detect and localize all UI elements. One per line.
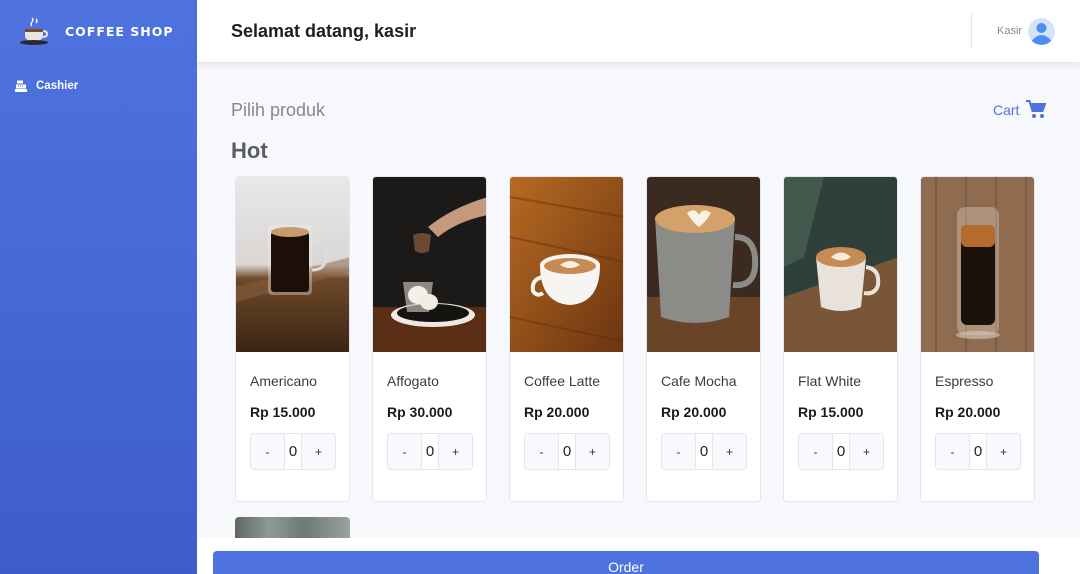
- topbar: Selamat datang, kasir Kasir: [197, 0, 1080, 62]
- quantity-stepper: - 0 +: [250, 433, 336, 470]
- product-card: Affogato Rp 30.000 - 0 +: [372, 176, 487, 502]
- coffee-latte-image: [510, 177, 623, 352]
- cart-button[interactable]: Cart: [993, 100, 1047, 119]
- product-name: Coffee Latte: [524, 373, 601, 389]
- cart-label: Cart: [993, 101, 1020, 118]
- decrement-button[interactable]: -: [388, 434, 421, 469]
- product-price: Rp 15.000: [798, 404, 864, 420]
- product-price: Rp 20.000: [661, 404, 727, 420]
- flat-white-image: [784, 177, 897, 352]
- sidebar-item-cashier[interactable]: Cashier: [15, 80, 78, 92]
- product-card: Americano Rp 15.000 - 0 +: [235, 176, 350, 502]
- user-avatar-icon[interactable]: [1028, 18, 1055, 45]
- brand[interactable]: COFFEE SHOP: [18, 16, 174, 46]
- americano-image: [236, 177, 349, 352]
- quantity-stepper: - 0 +: [935, 433, 1021, 470]
- quantity-stepper: - 0 +: [798, 433, 884, 470]
- order-button[interactable]: Order: [213, 551, 1039, 574]
- product-name: Flat White: [798, 373, 862, 389]
- decrement-button[interactable]: -: [662, 434, 695, 469]
- decrement-button[interactable]: -: [251, 434, 284, 469]
- decrement-button[interactable]: -: [936, 434, 969, 469]
- welcome-message: Selamat datang, kasir: [231, 21, 417, 41]
- product-card: Flat White Rp 15.000 - 0 +: [783, 176, 898, 502]
- increment-button[interactable]: +: [987, 434, 1020, 469]
- product-name: Americano: [250, 373, 317, 389]
- quantity-value[interactable]: 0: [969, 434, 987, 469]
- product-price: Rp 30.000: [387, 404, 453, 420]
- product-name: Affogato: [387, 373, 439, 389]
- increment-button[interactable]: +: [713, 434, 746, 469]
- quantity-value[interactable]: 0: [832, 434, 850, 469]
- affogato-image: [373, 177, 486, 352]
- page-title: Pilih produk: [231, 100, 326, 120]
- quantity-stepper: - 0 +: [661, 433, 747, 470]
- topbar-divider: [971, 13, 972, 48]
- product-name: Espresso: [935, 373, 994, 389]
- quantity-value[interactable]: 0: [695, 434, 713, 469]
- product-card: Cafe Mocha Rp 20.000 - 0 +: [646, 176, 761, 502]
- increment-button[interactable]: +: [302, 434, 335, 469]
- coffee-cup-icon: [20, 17, 49, 45]
- decrement-button[interactable]: -: [525, 434, 558, 469]
- increment-button[interactable]: +: [439, 434, 472, 469]
- sidebar: COFFEE SHOP Cashier: [0, 0, 197, 574]
- quantity-stepper: - 0 +: [387, 433, 473, 470]
- increment-button[interactable]: +: [576, 434, 609, 469]
- decrement-button[interactable]: -: [799, 434, 832, 469]
- quantity-value[interactable]: 0: [421, 434, 439, 469]
- cafe-mocha-image: [647, 177, 760, 352]
- category-heading: Hot: [231, 138, 268, 163]
- brand-name: COFFEE SHOP: [65, 23, 174, 39]
- user-name[interactable]: Kasir: [997, 25, 1022, 37]
- product-price: Rp 20.000: [524, 404, 590, 420]
- sidebar-item-label: Cashier: [36, 80, 79, 92]
- quantity-value[interactable]: 0: [284, 434, 302, 469]
- product-price: Rp 15.000: [250, 404, 316, 420]
- increment-button[interactable]: +: [850, 434, 883, 469]
- quantity-value[interactable]: 0: [558, 434, 576, 469]
- product-price: Rp 20.000: [935, 404, 1001, 420]
- product-name: Cafe Mocha: [661, 373, 737, 389]
- product-card: Espresso Rp 20.000 - 0 +: [920, 176, 1035, 502]
- cash-register-icon: [15, 80, 27, 92]
- quantity-stepper: - 0 +: [524, 433, 610, 470]
- shopping-cart-icon: [1026, 100, 1047, 118]
- product-card: Coffee Latte Rp 20.000 - 0 +: [509, 176, 624, 502]
- espresso-image: [921, 177, 1034, 352]
